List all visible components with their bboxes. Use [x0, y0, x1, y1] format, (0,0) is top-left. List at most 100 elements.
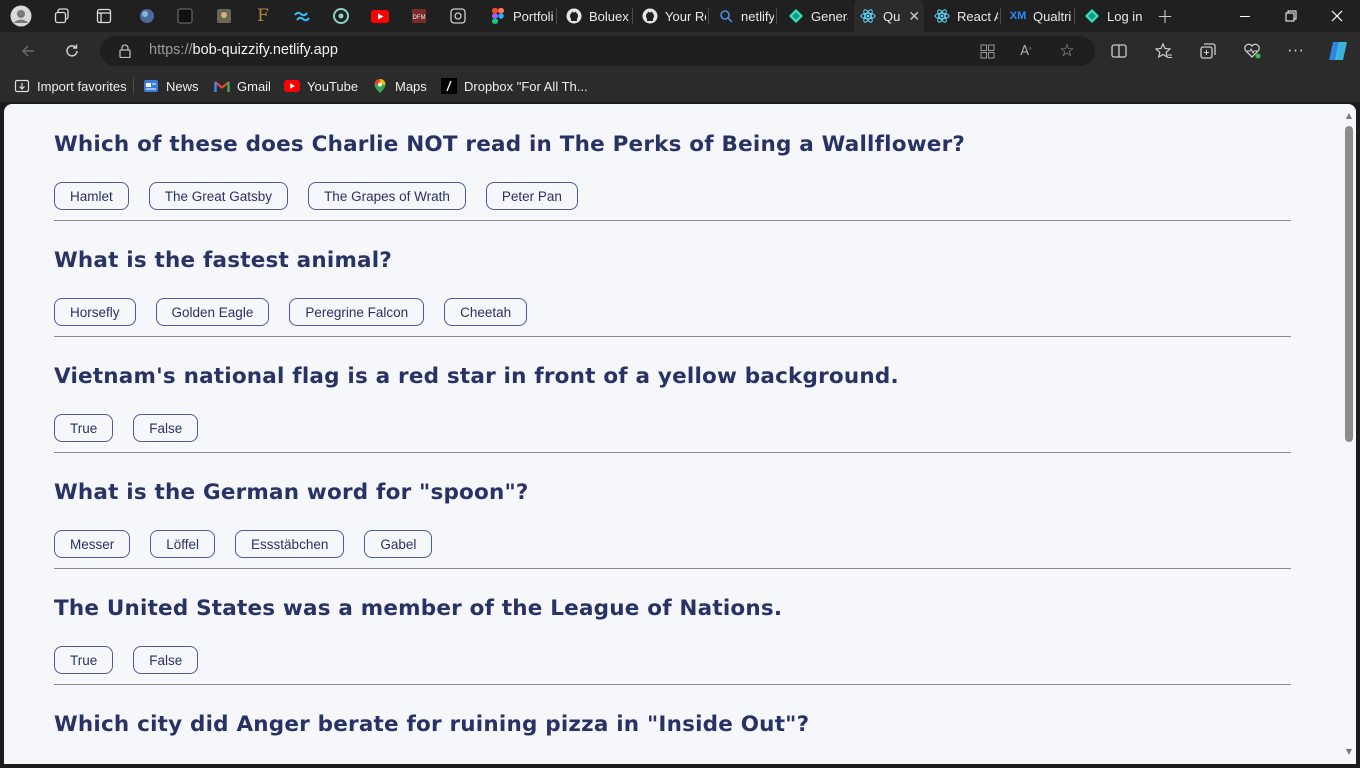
react-icon [934, 8, 950, 24]
pinned-tab-tailwind-icon[interactable] [291, 5, 313, 27]
favorite-label: Maps [395, 78, 427, 94]
answer-option-button[interactable]: False [133, 646, 199, 674]
pinned-tab-f-icon[interactable]: F [252, 5, 274, 27]
favorite-label: Dropbox "For All Th... [464, 78, 588, 94]
read-aloud-icon[interactable]: Aﾟ [1016, 40, 1038, 62]
browser-tab[interactable]: Boluex [560, 0, 630, 32]
tab-label: React A [957, 8, 998, 24]
settings-more-icon[interactable]: ··· [1282, 37, 1310, 65]
xm-icon: XM [1009, 10, 1027, 22]
browser-tab[interactable]: Log in [1078, 0, 1146, 32]
page-scrollbar[interactable]: ▲ ▼ [1342, 104, 1356, 764]
page-viewport: Which of these does Charlie NOT read in … [4, 104, 1356, 764]
answer-option-button[interactable]: True [54, 646, 114, 674]
tab-separator [1000, 8, 1001, 24]
pinned-tab-globe-icon[interactable] [136, 5, 158, 27]
browser-tab[interactable]: Qu ✕ [854, 0, 924, 32]
question-text: What is the fastest animal? [54, 248, 393, 273]
back-button[interactable] [14, 37, 42, 65]
answer-option-button[interactable]: Messer [54, 530, 131, 558]
favorite-link[interactable]: YouTube [284, 70, 358, 102]
address-bar[interactable]: https://bob-quizzify.netlify.app Aﾟ ☆ [100, 36, 1095, 66]
tab-label: Qualtri [1033, 8, 1072, 24]
answer-option-button[interactable]: Golden Eagle [155, 298, 270, 326]
scrollbar-thumb[interactable] [1345, 126, 1353, 442]
question-text: Which of these does Charlie NOT read in … [54, 132, 966, 157]
github-icon [642, 8, 658, 24]
restore-button[interactable] [1268, 0, 1314, 32]
close-tab-icon[interactable]: ✕ [908, 8, 920, 25]
answer-option-button[interactable]: Cheetah [444, 298, 528, 326]
tab-strip: F DFM Portfoli Boluex Your Re netlify Genera… [0, 0, 1360, 32]
answer-option-button[interactable]: Essstäbchen [235, 530, 345, 558]
close-window-button[interactable] [1314, 0, 1360, 32]
tab-separator [632, 8, 633, 24]
new-tab-button[interactable]: + [1154, 4, 1176, 28]
favorites-icon[interactable] [1150, 37, 1178, 65]
github-icon [566, 8, 582, 24]
url-text[interactable]: https://bob-quizzify.netlify.app [149, 42, 338, 58]
favorite-star-icon[interactable]: ☆ [1056, 40, 1078, 62]
search-icon [718, 8, 734, 24]
browser-tab[interactable]: React A [928, 0, 998, 32]
answer-option-button[interactable]: Peregrine Falcon [289, 298, 425, 326]
answer-option-button[interactable]: Peter Pan [485, 182, 578, 210]
answer-options: Hamlet The Great Gatsby The Grapes of Wrat… [54, 182, 578, 210]
pinned-tab-chatgpt-icon[interactable] [330, 5, 352, 27]
favorite-link[interactable]: Dropbox "For All Th... [441, 70, 588, 102]
answer-option-button[interactable]: False [133, 414, 199, 442]
pinned-tab-photo-icon[interactable] [213, 5, 235, 27]
pinned-tab-youtube-icon[interactable] [369, 5, 391, 27]
favorite-link[interactable]: Gmail [214, 70, 271, 102]
answer-option-button[interactable]: Löffel [150, 530, 216, 558]
browser-tab[interactable]: Your Re [636, 0, 706, 32]
split-screen-icon[interactable] [1105, 37, 1133, 65]
browser-tab[interactable]: netlify [712, 0, 774, 32]
app-available-icon[interactable] [976, 40, 998, 62]
browser-tab[interactable]: Portfoli [484, 0, 554, 32]
pinned-tab-dark-icon[interactable] [174, 5, 196, 27]
react-icon [860, 8, 876, 24]
workspaces-icon[interactable] [51, 5, 73, 27]
browser-tab[interactable]: Genera [782, 0, 848, 32]
answer-option-button[interactable]: True [54, 414, 114, 442]
favorite-link[interactable]: News [143, 70, 199, 102]
answer-option-button[interactable]: The Great Gatsby [148, 182, 289, 210]
answer-option-button[interactable]: The Grapes of Wrath [308, 182, 466, 210]
scroll-up-arrow-icon[interactable]: ▲ [1344, 110, 1354, 120]
favorite-link[interactable]: Import favorites [14, 70, 127, 102]
refresh-button[interactable] [58, 37, 86, 65]
copilot-icon[interactable] [1324, 37, 1352, 65]
quiz-question: Vietnam's national flag is a red star in… [54, 336, 1291, 453]
collections-icon[interactable] [1194, 37, 1222, 65]
favorite-label: Import favorites [37, 78, 127, 94]
tab-actions-icon[interactable] [93, 5, 115, 27]
pinned-tab-dfm-icon[interactable]: DFM [408, 5, 430, 27]
minimize-button[interactable] [1222, 0, 1268, 32]
favorite-link[interactable]: Maps [372, 70, 427, 102]
favorite-label: Gmail [237, 78, 271, 94]
import-favorites-icon [14, 78, 30, 94]
url-host: bob-quizzify.netlify.app [192, 42, 338, 58]
lock-icon[interactable] [114, 40, 136, 62]
answer-options: True False [54, 414, 199, 442]
url-scheme: https:// [149, 42, 193, 58]
tab-label: Qu [883, 8, 901, 24]
browser-essentials-icon[interactable] [1238, 37, 1266, 65]
youtube-icon [284, 78, 300, 94]
pinned-tab-gear-icon[interactable] [447, 5, 469, 27]
answer-option-button[interactable]: Hamlet [54, 182, 129, 210]
answer-option-button[interactable]: Gabel [364, 530, 433, 558]
profile-avatar-icon[interactable] [10, 5, 32, 27]
news-icon [143, 78, 159, 94]
browser-tab[interactable]: XM Qualtri [1004, 0, 1072, 32]
favorite-label: News [166, 78, 199, 94]
quiz-question: The United States was a member of the Le… [54, 568, 1291, 685]
scroll-down-arrow-icon[interactable]: ▼ [1344, 746, 1354, 756]
tab-separator [708, 8, 709, 24]
tab-label: netlify [741, 8, 774, 24]
svg-text:DFM: DFM [413, 15, 426, 21]
browser-toolbar: https://bob-quizzify.netlify.app Aﾟ ☆ ··… [0, 32, 1360, 70]
answer-option-button[interactable]: Horsefly [54, 298, 136, 326]
gmail-icon [214, 78, 230, 94]
